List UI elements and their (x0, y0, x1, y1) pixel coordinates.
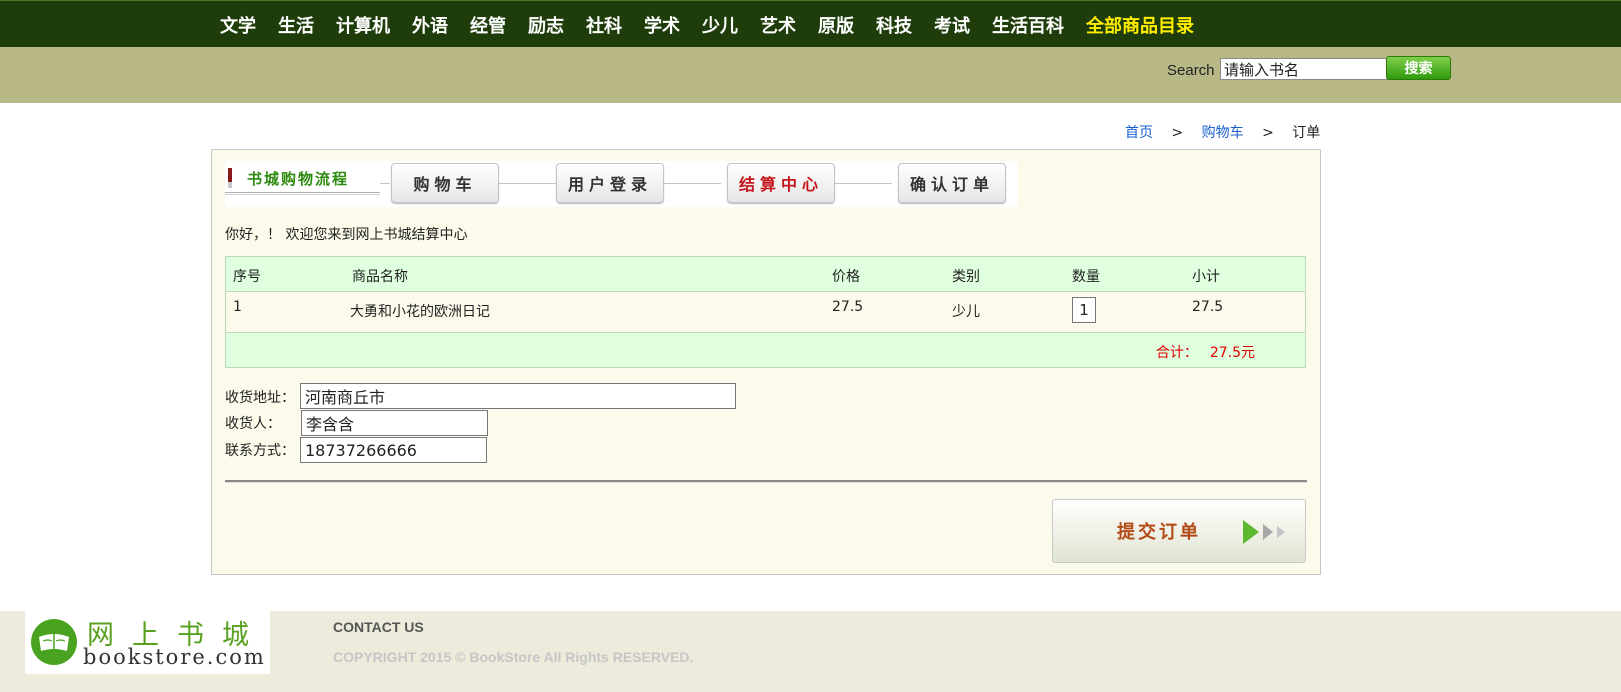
nav-link-literature[interactable]: 文学 (220, 16, 256, 37)
phone-label: 联系方式： (225, 443, 295, 459)
nav-item: 计算机 (336, 12, 390, 38)
logo-english-text: bookstore.com (83, 645, 266, 669)
row-book-name: 大勇和小花的欧洲日记 (350, 304, 490, 320)
flow-title-underline (225, 192, 380, 193)
welcome-message: 你好，！ 欢迎您来到网上书城结算中心 (225, 227, 468, 243)
nav-link-life[interactable]: 生活 (278, 16, 314, 37)
nav-item: 艺术 (760, 12, 796, 38)
checkout-panel: 书城购物流程 购物车 用户登录 结算中心 确认订单 你好，！ 欢迎您来到网上书城… (211, 149, 1321, 575)
nav-item: 励志 (528, 12, 564, 38)
flow-title-marker (228, 182, 232, 188)
flow-title-marker (228, 168, 232, 182)
flow-connector (499, 183, 556, 184)
flow-title: 书城购物流程 (247, 170, 350, 188)
footer: 网上书城 bookstore.com CONTACT US COPYRIGHT … (0, 611, 1621, 692)
book-globe-icon (31, 619, 77, 665)
order-table: 序号 商品名称 价格 类别 数量 小计 1 大勇和小花的欧洲日记 27.5 少儿… (225, 256, 1306, 368)
submit-order-label: 提交订单 (1117, 522, 1201, 543)
category-menu: 文学 生活 计算机 外语 经管 励志 社科 学术 少儿 艺术 原版 科技 考试 … (220, 1, 1216, 48)
search-label: Search (1167, 62, 1215, 79)
header-index: 序号 (233, 269, 261, 285)
nav-item: 学术 (644, 12, 680, 38)
flow-title-block: 书城购物流程 (225, 165, 380, 203)
flow-step-login[interactable]: 用户登录 (556, 163, 664, 203)
header-name: 商品名称 (352, 269, 408, 285)
breadcrumb-separator: > (1171, 125, 1184, 141)
breadcrumb-separator: > (1262, 125, 1274, 141)
nav-link-all-products[interactable]: 全部商品目录 (1086, 16, 1194, 37)
nav-item: 生活百科 (992, 12, 1064, 38)
play-arrows-icon (1243, 520, 1285, 544)
divider (225, 480, 1307, 483)
submit-order-button[interactable]: 提交订单 (1052, 499, 1306, 563)
flow-title-underline (225, 194, 380, 195)
table-row: 1 大勇和小花的欧洲日记 27.5 少儿 27.5 (225, 292, 1306, 332)
nav-link-academic[interactable]: 学术 (644, 16, 680, 37)
nav-link-exam[interactable]: 考试 (934, 16, 970, 37)
nav-link-social-science[interactable]: 社科 (586, 16, 622, 37)
nav-link-inspiration[interactable]: 励志 (528, 16, 564, 37)
search-input[interactable] (1220, 58, 1388, 80)
order-total: 合计： 27.5元 (1156, 342, 1255, 362)
breadcrumb-current: 订单 (1292, 125, 1321, 141)
row-subtotal: 27.5 (1192, 299, 1224, 315)
address-field[interactable] (300, 383, 736, 409)
flow-connector (664, 183, 721, 184)
search-button[interactable]: 搜索 (1386, 56, 1451, 80)
table-footer: 合计： 27.5元 (225, 332, 1306, 368)
breadcrumb: 首页 > 购物车 > 订单 (1125, 122, 1320, 142)
total-label: 合计： (1155, 345, 1198, 361)
top-nav: 文学 生活 计算机 外语 经管 励志 社科 学术 少儿 艺术 原版 科技 考试 … (0, 0, 1621, 47)
nav-item: 外语 (412, 12, 448, 38)
site-logo[interactable]: 网上书城 bookstore.com (25, 611, 270, 674)
nav-link-children[interactable]: 少儿 (702, 16, 738, 37)
nav-link-technology[interactable]: 科技 (876, 16, 912, 37)
phone-field[interactable] (300, 437, 487, 463)
nav-link-computer[interactable]: 计算机 (336, 16, 390, 37)
nav-link-business[interactable]: 经管 (470, 16, 506, 37)
nav-link-original[interactable]: 原版 (818, 16, 854, 37)
nav-item: 考试 (934, 12, 970, 38)
nav-link-foreign-language[interactable]: 外语 (412, 16, 448, 37)
header-category: 类别 (952, 269, 980, 285)
flow-step-cart[interactable]: 购物车 (391, 163, 499, 203)
breadcrumb-home-link[interactable]: 首页 (1125, 125, 1153, 141)
receiver-field[interactable] (301, 410, 488, 436)
row-price: 27.5 (832, 299, 864, 315)
flow-step-checkout[interactable]: 结算中心 (727, 163, 835, 203)
nav-item: 生活 (278, 12, 314, 38)
total-value: 27.5元 (1209, 345, 1255, 361)
receiver-label: 收货人： (225, 416, 281, 432)
nav-item: 全部商品目录 (1086, 12, 1194, 38)
nav-item: 文学 (220, 12, 256, 38)
nav-item: 科技 (876, 12, 912, 38)
nav-link-art[interactable]: 艺术 (760, 16, 796, 37)
flow-step-confirm[interactable]: 确认订单 (898, 163, 1006, 203)
breadcrumb-cart-link[interactable]: 购物车 (1202, 125, 1244, 141)
nav-item: 少儿 (702, 12, 738, 38)
search-bar: Search 搜索 (0, 47, 1621, 103)
header-subtotal: 小计 (1192, 269, 1220, 285)
row-category: 少儿 (952, 304, 980, 320)
row-index: 1 (233, 299, 242, 315)
copyright-text: COPYRIGHT 2015 © BookStore All Rights RE… (333, 649, 694, 665)
flow-connector (380, 183, 390, 184)
nav-link-encyclopedia[interactable]: 生活百科 (992, 16, 1064, 37)
quantity-input[interactable] (1072, 297, 1096, 323)
table-header: 序号 商品名称 价格 类别 数量 小计 (225, 256, 1306, 292)
shopping-flow: 书城购物流程 购物车 用户登录 结算中心 确认订单 (225, 161, 1018, 207)
contact-us-link[interactable]: CONTACT US (333, 619, 424, 635)
header-quantity: 数量 (1072, 269, 1100, 285)
nav-item: 经管 (470, 12, 506, 38)
nav-item: 原版 (818, 12, 854, 38)
nav-item: 社科 (586, 12, 622, 38)
flow-connector (835, 183, 892, 184)
address-label: 收货地址： (225, 390, 295, 406)
header-price: 价格 (832, 269, 860, 285)
